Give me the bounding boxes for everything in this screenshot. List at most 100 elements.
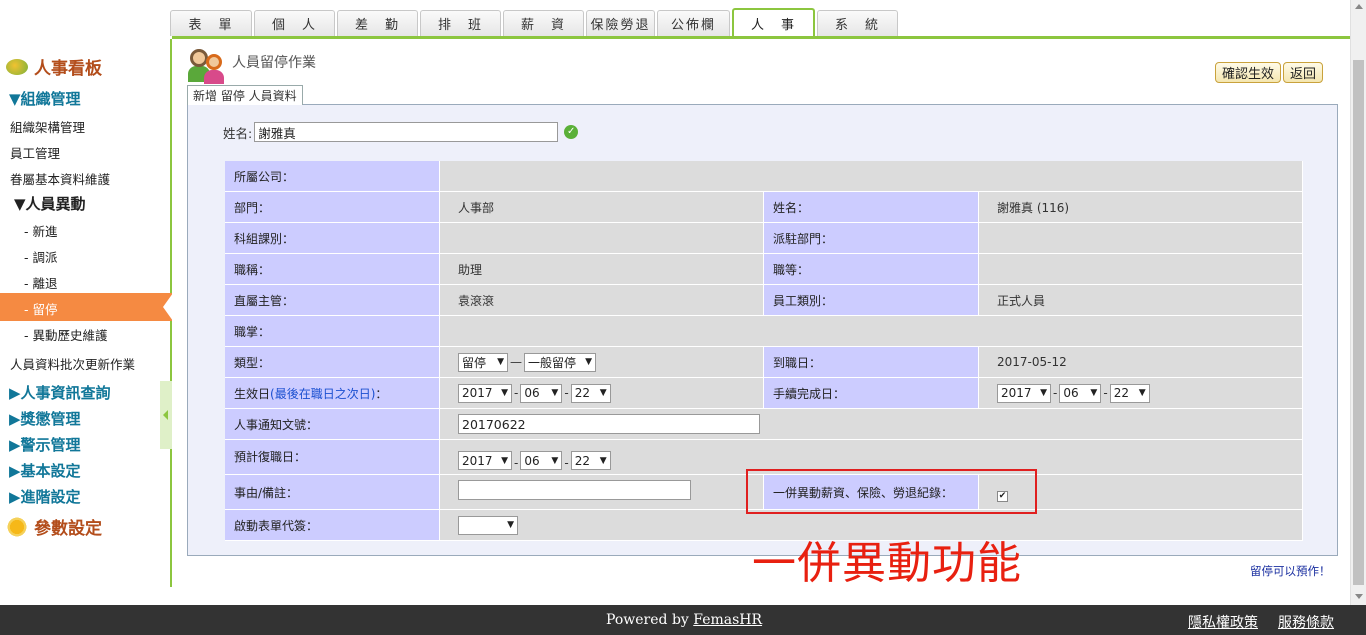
sidebar-group-org[interactable]: ▼組織管理 — [9, 88, 81, 109]
leaf-icon — [6, 58, 28, 75]
privacy-link[interactable]: 隱私權政策 — [1188, 612, 1258, 632]
hire-date-value: 2017-05-12 — [979, 347, 1303, 378]
notice-number-input[interactable] — [458, 414, 760, 434]
sidebar-group-alert[interactable]: ▶警示管理 — [9, 434, 81, 455]
sidebar-dashboard[interactable]: 人事看板 — [6, 54, 102, 79]
page-title: 人員留停作業 — [232, 55, 316, 71]
effective-month-select[interactable]: 06 ▼ — [520, 383, 563, 403]
check-circle-icon: ✓ — [564, 125, 579, 139]
name-search-input[interactable] — [254, 122, 559, 142]
supervisor-label: 直屬主管： — [225, 285, 440, 316]
return-year-select[interactable]: 2017 ▼ — [458, 451, 512, 470]
sidebar-item-dependents[interactable]: 眷屬基本資料維護 — [10, 169, 110, 188]
row-title: 職稱： 助理 職等： — [225, 254, 1303, 285]
tab-bulletin[interactable]: 公佈欄 — [657, 10, 730, 36]
process-day-value: 22 — [1113, 386, 1129, 400]
sidebar-item-transfer[interactable]: - 調派 — [24, 247, 57, 266]
hire-date-label: 到職日： — [764, 347, 979, 378]
dash-separator: - — [514, 456, 519, 470]
dash-separator: - — [564, 386, 569, 400]
tab-personal[interactable]: 個 人 — [254, 10, 335, 36]
grade-label: 職等： — [764, 254, 979, 285]
sidebar-group-changes[interactable]: ▼人員異動 — [14, 193, 86, 214]
sidebar-item-change-history[interactable]: - 異動歷史維護 — [24, 325, 107, 344]
station-label: 派駐部門： — [764, 223, 979, 254]
proxy-sign-select[interactable]: ▼ — [458, 515, 518, 535]
sidebar-group-reward[interactable]: ▶獎懲管理 — [9, 408, 81, 429]
return-year-value: 2017 — [462, 453, 493, 468]
sidebar-item-leave-suspension[interactable]: - 留停 — [24, 299, 57, 318]
chevron-down-icon: ▼ — [1040, 388, 1047, 398]
sidebar-item-org-structure[interactable]: 組織架構管理 — [10, 117, 85, 136]
effective-day-value: 22 — [574, 386, 590, 400]
process-day-select[interactable]: 22 ▼ — [1109, 383, 1150, 403]
sidebar-item-resign[interactable]: - 離退 — [24, 273, 57, 292]
scrollbar-thumb[interactable] — [1353, 60, 1364, 585]
emp-name-value: 謝雅真 (116) — [979, 192, 1303, 223]
row-company: 所屬公司： — [225, 161, 1303, 192]
chevron-down-icon: ▼ — [599, 455, 607, 466]
sidebar-params[interactable]: 參數設定 — [6, 514, 102, 539]
section-label: 科組課別： — [225, 223, 440, 254]
tab-attendance[interactable]: 差 勤 — [337, 10, 418, 36]
dash-separator: - — [1103, 386, 1108, 400]
tab-salary[interactable]: 薪 資 — [503, 10, 584, 36]
tab-insurance[interactable]: 保險勞退 — [586, 10, 655, 36]
chevron-down-icon: ▼ — [501, 455, 508, 466]
footer: Powered by FemasHR 隱私權政策 服務條款 — [0, 605, 1366, 635]
emp-type-value: 正式人員 — [979, 285, 1303, 316]
effective-date-label: 生效日 (最後在職日之次日)： — [225, 378, 440, 409]
subtype-select[interactable]: 一般留停 ▼ — [524, 352, 596, 372]
type-select[interactable]: 留停 ▼ — [458, 352, 508, 372]
sidebar-collapse-handle[interactable] — [160, 381, 172, 449]
sidebar-item-employees[interactable]: 員工管理 — [10, 143, 60, 162]
back-button[interactable]: 返回 — [1283, 62, 1324, 83]
supervisor-value: 袁滾滾 — [440, 285, 764, 316]
sidebar-group-basic-settings[interactable]: ▶基本設定 — [9, 460, 81, 481]
process-year-select[interactable]: 2017 ▼ — [997, 383, 1051, 403]
chevron-down-icon: ▼ — [599, 388, 607, 398]
brand-link[interactable]: FemasHR — [693, 612, 762, 628]
reason-textarea[interactable] — [458, 480, 691, 500]
effective-day-select[interactable]: 22 ▼ — [570, 383, 611, 403]
tab-forms[interactable]: 表 單 — [170, 10, 252, 36]
terms-link[interactable]: 服務條款 — [1278, 612, 1334, 632]
sidebar-group-hr-query[interactable]: ▶人事資訊查詢 — [9, 382, 111, 403]
reason-label: 事由/備註： — [225, 475, 440, 510]
effective-year-select[interactable]: 2017 ▼ — [458, 383, 512, 403]
proxy-sign-label: 啟動表單代簽： — [225, 510, 440, 541]
sidebar-item-batch-update[interactable]: 人員資料批次更新作業 — [10, 354, 135, 373]
emp-name-label: 姓名： — [764, 192, 979, 223]
sidebar-item-new-hire[interactable]: - 新進 — [24, 221, 57, 240]
annotation-text: 一併異動功能 — [752, 538, 1022, 589]
page-header: 人員留停作業 — [188, 46, 316, 84]
scroll-down-icon[interactable] — [1355, 594, 1363, 599]
scroll-up-icon[interactable] — [1355, 4, 1363, 9]
effective-date-value: 2017 ▼ - 06 ▼ - 22 ▼ — [440, 378, 764, 409]
job-title-value: 助理 — [440, 254, 764, 285]
confirm-button[interactable]: 確認生效 — [1215, 62, 1282, 83]
dash-separator: — — [510, 355, 522, 369]
subtype-select-value: 一般留停 — [528, 355, 577, 370]
notice-number-value — [440, 409, 1303, 440]
sidebar-group-advanced-settings[interactable]: ▶進階設定 — [9, 486, 81, 507]
process-month-value: 06 — [1063, 386, 1079, 400]
effective-year-value: 2017 — [462, 386, 493, 400]
return-month-select[interactable]: 06 ▼ — [520, 451, 563, 470]
row-duty: 職掌： — [225, 316, 1303, 347]
name-search-row: 姓名: ✓ — [223, 122, 579, 142]
tab-hr[interactable]: 人 事 — [732, 8, 815, 37]
emp-type-label: 員工類別： — [764, 285, 979, 316]
process-month-select[interactable]: 06 ▼ — [1059, 383, 1102, 403]
section-value — [440, 223, 764, 254]
scrollbar[interactable] — [1350, 0, 1366, 605]
name-search-label: 姓名: — [223, 125, 253, 141]
process-date-label: 手續完成日： — [764, 378, 979, 409]
chevron-down-icon: ▼ — [501, 388, 508, 398]
effective-date-label-text: 生效日 — [234, 386, 271, 401]
tab-add-suspension[interactable]: 新增 留停 人員資料 — [187, 85, 303, 105]
sun-icon — [6, 515, 28, 538]
return-day-select[interactable]: 22 ▼ — [570, 451, 611, 470]
tab-shift[interactable]: 排 班 — [420, 10, 501, 36]
tab-system[interactable]: 系 統 — [817, 10, 898, 36]
